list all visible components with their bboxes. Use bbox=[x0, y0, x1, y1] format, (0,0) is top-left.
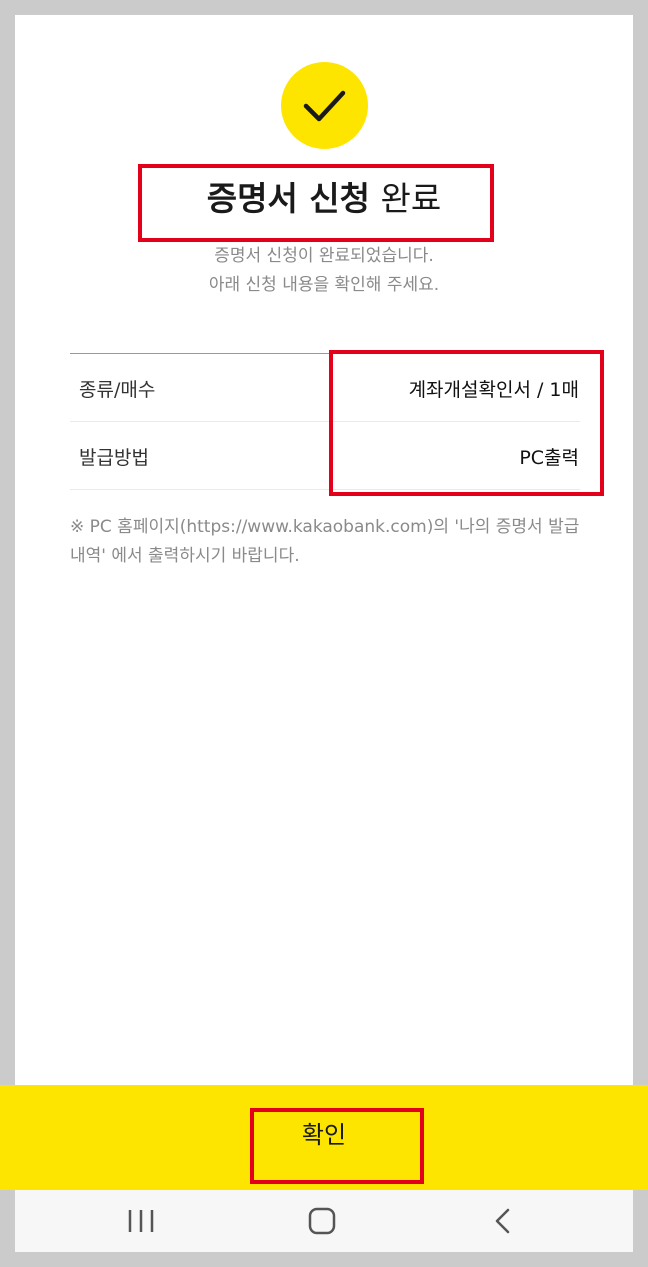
details-row-issue-method: 발급방법 PC출력 bbox=[70, 422, 580, 490]
confirm-button[interactable]: 확인 bbox=[0, 1085, 648, 1190]
page-title-bold: 증명서 신청 bbox=[206, 179, 371, 218]
page-title-rest: 완료 bbox=[380, 179, 442, 218]
success-check-badge bbox=[281, 62, 368, 149]
details-value: 계좌개설확인서 / 1매 bbox=[408, 379, 579, 401]
page-title: 증명서 신청 완료 bbox=[15, 177, 633, 221]
home-button[interactable] bbox=[302, 1204, 342, 1238]
request-details-table: 종류/매수 계좌개설확인서 / 1매 발급방법 PC출력 bbox=[70, 353, 580, 490]
details-row-type-count: 종류/매수 계좌개설확인서 / 1매 bbox=[70, 354, 580, 422]
details-value: PC출력 bbox=[519, 447, 579, 469]
print-instruction-note: ※ PC 홈페이지(https://www.kakaobank.com)의 '나… bbox=[70, 517, 580, 566]
details-label: 종류/매수 bbox=[79, 379, 156, 401]
back-button[interactable] bbox=[483, 1204, 523, 1238]
subtitle-line-1: 증명서 신청이 완료되었습니다. bbox=[214, 246, 434, 266]
system-navigation-bar bbox=[15, 1190, 633, 1252]
home-icon bbox=[308, 1207, 336, 1235]
recent-apps-button[interactable] bbox=[121, 1204, 161, 1238]
checkmark-icon bbox=[303, 90, 346, 122]
recent-apps-icon bbox=[128, 1210, 154, 1232]
subtitle-line-2: 아래 신청 내용을 확인해 주세요. bbox=[208, 275, 440, 295]
confirm-button-label: 확인 bbox=[301, 1121, 347, 1149]
app-screen: 증명서 신청 완료 증명서 신청이 완료되었습니다. 아래 신청 내용을 확인해… bbox=[15, 15, 633, 1252]
back-icon bbox=[495, 1208, 510, 1234]
details-label: 발급방법 bbox=[79, 447, 149, 469]
